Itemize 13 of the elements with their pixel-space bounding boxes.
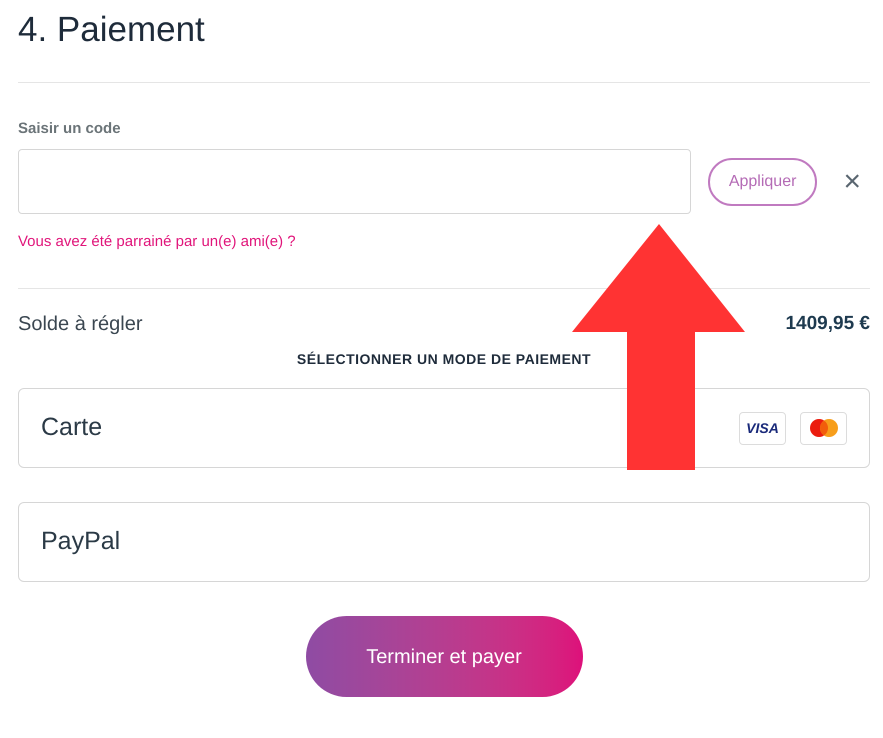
submit-button[interactable]: Terminer et payer — [306, 616, 582, 697]
field-label: Saisir un code — [18, 119, 121, 139]
section-heading: SÉLECTIONNER UN MODE DE PAIEMENT — [296, 350, 592, 369]
balance-amount: 1409,95 € — [785, 312, 870, 336]
close-button[interactable]: × — [839, 166, 865, 196]
mastercard-logo — [800, 412, 847, 444]
apply-button[interactable]: Appliquer — [708, 158, 818, 206]
page-title: 4. Paiement — [18, 10, 206, 50]
balance-label: Solde à régler — [18, 312, 143, 337]
referral-link[interactable]: Vous avez été parrainé par un(e) ami(e) ? — [18, 232, 296, 252]
payment-option[interactable]: PayPal — [18, 502, 870, 582]
visa-logo: VISA — [739, 412, 786, 444]
code-input-field[interactable] — [18, 149, 691, 214]
